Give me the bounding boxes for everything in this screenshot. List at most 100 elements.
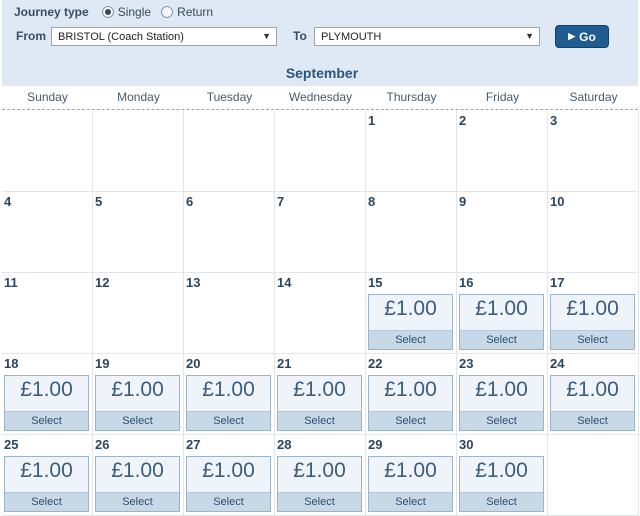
fare-select-button[interactable]: £1.00 Select xyxy=(459,294,544,350)
day-number: 9 xyxy=(459,194,467,209)
calendar-day-cell: 12 xyxy=(93,273,184,354)
calendar-day-cell: 20 £1.00 Select xyxy=(184,354,275,435)
select-label: Select xyxy=(369,492,452,511)
fare-price: £1.00 xyxy=(566,378,619,401)
fare-price: £1.00 xyxy=(111,378,164,401)
fare-select-button[interactable]: £1.00 Select xyxy=(459,456,544,512)
radio-unchecked-icon[interactable] xyxy=(161,6,174,18)
dropdown-arrow-icon: ▼ xyxy=(262,31,271,41)
fare-select-button[interactable]: £1.00 Select xyxy=(186,375,271,431)
day-number: 25 xyxy=(4,437,19,452)
day-number: 29 xyxy=(368,437,383,452)
calendar-day-cell: 7 xyxy=(275,192,366,273)
fare-price: £1.00 xyxy=(475,297,528,320)
fare-price: £1.00 xyxy=(475,459,528,482)
single-radio-label: Single xyxy=(117,5,152,19)
calendar-day-cell: 11 xyxy=(2,273,93,354)
search-panel: Journey type Single Return From BRISTOL … xyxy=(2,0,638,86)
journey-type-label: Journey type xyxy=(14,5,89,19)
to-select[interactable]: PLYMOUTH ▼ xyxy=(314,27,540,46)
calendar-day-cell: 29 £1.00 Select xyxy=(366,435,457,516)
fare-select-button[interactable]: £1.00 Select xyxy=(95,456,180,512)
fare-select-button[interactable]: £1.00 Select xyxy=(277,456,362,512)
from-label: From xyxy=(16,29,46,43)
fare-select-button[interactable]: £1.00 Select xyxy=(368,294,453,350)
calendar-day-cell: 6 xyxy=(184,192,275,273)
day-number: 8 xyxy=(368,194,376,209)
fare-select-button[interactable]: £1.00 Select xyxy=(459,375,544,431)
day-number: 14 xyxy=(277,275,292,290)
go-button[interactable]: ▶ Go xyxy=(555,25,609,48)
calendar-grid: 1 2 3 4 5 6 7 8 9 10 11 12 13 14 15 £1.00 Select 16 £1.00 S… xyxy=(2,111,639,516)
select-label: Select xyxy=(96,492,179,511)
fare-price: £1.00 xyxy=(202,378,255,401)
from-select[interactable]: BRISTOL (Coach Station) ▼ xyxy=(51,27,277,46)
fare-select-button[interactable]: £1.00 Select xyxy=(368,375,453,431)
select-label: Select xyxy=(187,411,270,430)
weekday-label: Friday xyxy=(485,90,520,104)
select-label: Select xyxy=(278,492,361,511)
select-label: Select xyxy=(5,411,88,430)
select-label: Select xyxy=(369,411,452,430)
calendar-empty-cell xyxy=(548,435,639,516)
day-number: 11 xyxy=(4,275,18,290)
calendar-day-cell: 8 xyxy=(366,192,457,273)
day-number: 13 xyxy=(186,275,201,290)
select-label: Select xyxy=(5,492,88,511)
fare-price: £1.00 xyxy=(20,378,73,401)
weekday-label: Sunday xyxy=(27,90,68,104)
day-number: 20 xyxy=(186,356,201,371)
fare-select-button[interactable]: £1.00 Select xyxy=(277,375,362,431)
fare-price: £1.00 xyxy=(20,459,73,482)
day-number: 7 xyxy=(277,194,285,209)
calendar-day-cell: 25 £1.00 Select xyxy=(2,435,93,516)
calendar-day-cell: 24 £1.00 Select xyxy=(548,354,639,435)
select-label: Select xyxy=(460,492,543,511)
day-number: 22 xyxy=(368,356,383,371)
radio-checked-icon[interactable] xyxy=(101,6,114,18)
day-number: 1 xyxy=(368,113,376,128)
fare-select-button[interactable]: £1.00 Select xyxy=(550,375,635,431)
fare-price: £1.00 xyxy=(293,378,346,401)
day-number: 23 xyxy=(459,356,474,371)
month-title: September xyxy=(285,65,359,81)
day-number: 3 xyxy=(550,113,558,128)
single-radio[interactable]: Single xyxy=(101,5,152,19)
fare-select-button[interactable]: £1.00 Select xyxy=(550,294,635,350)
day-number: 18 xyxy=(4,356,19,371)
calendar-day-cell: 23 £1.00 Select xyxy=(457,354,548,435)
calendar-day-cell: 16 £1.00 Select xyxy=(457,273,548,354)
dropdown-arrow-icon: ▼ xyxy=(525,31,534,41)
calendar-day-cell: 3 xyxy=(548,111,639,192)
calendar-day-cell: 19 £1.00 Select xyxy=(93,354,184,435)
select-label: Select xyxy=(551,330,634,349)
calendar-day-cell: 21 £1.00 Select xyxy=(275,354,366,435)
return-radio[interactable]: Return xyxy=(161,5,213,19)
calendar-day-cell: 10 xyxy=(548,192,639,273)
calendar-day-cell: 18 £1.00 Select xyxy=(2,354,93,435)
day-number: 21 xyxy=(277,356,292,371)
fare-select-button[interactable]: £1.00 Select xyxy=(4,375,89,431)
fare-select-button[interactable]: £1.00 Select xyxy=(95,375,180,431)
calendar-day-cell: 28 £1.00 Select xyxy=(275,435,366,516)
day-number: 19 xyxy=(95,356,110,371)
fare-select-button[interactable]: £1.00 Select xyxy=(186,456,271,512)
calendar-day-cell: 13 xyxy=(184,273,275,354)
calendar-empty-cell xyxy=(184,111,275,192)
weekday-label: Monday xyxy=(117,90,160,104)
fare-select-button[interactable]: £1.00 Select xyxy=(368,456,453,512)
calendar-day-cell: 30 £1.00 Select xyxy=(457,435,548,516)
day-number: 28 xyxy=(277,437,292,452)
fare-select-button[interactable]: £1.00 Select xyxy=(4,456,89,512)
calendar-day-cell: 22 £1.00 Select xyxy=(366,354,457,435)
weekday-label: Tuesday xyxy=(206,90,253,104)
calendar-empty-cell xyxy=(93,111,184,192)
fare-price: £1.00 xyxy=(202,459,255,482)
calendar-empty-cell xyxy=(275,111,366,192)
weekday-label: Saturday xyxy=(569,90,618,104)
fare-price: £1.00 xyxy=(111,459,164,482)
fare-price: £1.00 xyxy=(475,378,528,401)
from-select-value: BRISTOL (Coach Station) xyxy=(58,31,184,43)
journey-type-row: Journey type Single Return xyxy=(14,4,223,20)
play-arrow-icon: ▶ xyxy=(568,31,576,41)
